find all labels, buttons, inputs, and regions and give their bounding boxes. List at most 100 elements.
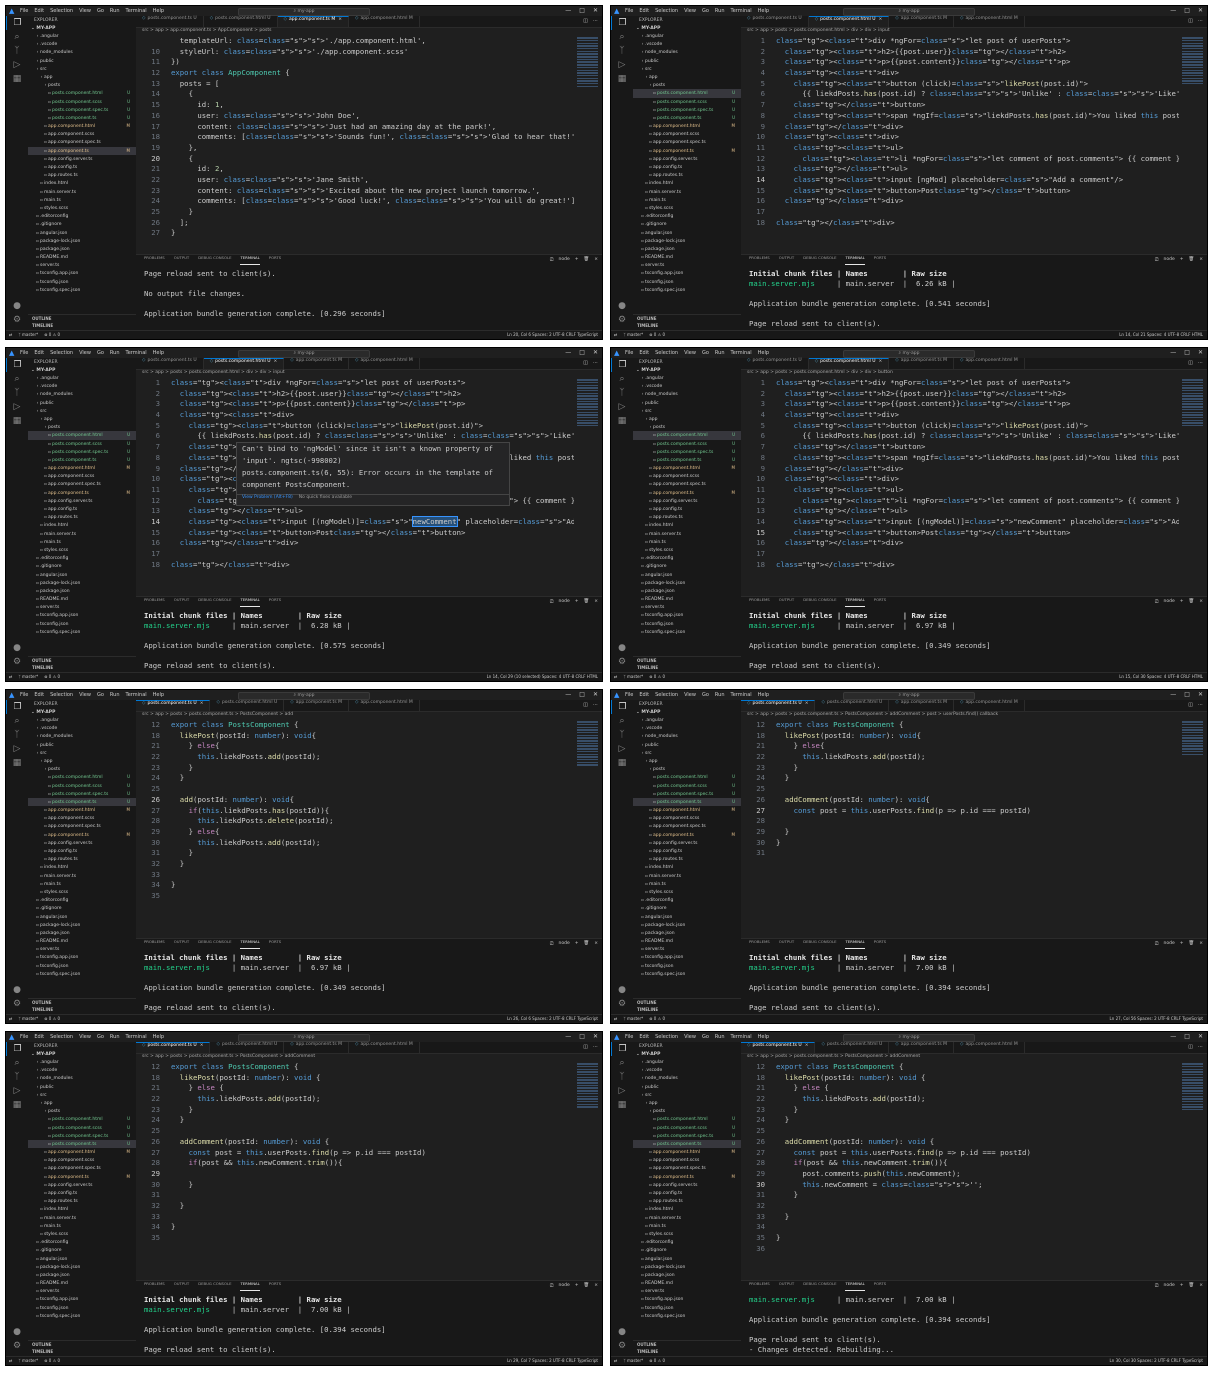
- explorer-item[interactable]: ▫tsconfig.spec.json: [28, 1312, 136, 1320]
- account-icon[interactable]: ●: [611, 1325, 633, 1339]
- explorer-item[interactable]: ▫.editorconfig: [28, 212, 136, 220]
- menu-item[interactable]: File: [625, 692, 633, 698]
- menu-item[interactable]: Go: [702, 350, 709, 356]
- explorer-root[interactable]: ⌄ MY-APP: [633, 709, 741, 716]
- search-icon[interactable]: ⌕: [611, 372, 633, 386]
- explorer-item[interactable]: › public: [28, 1083, 136, 1091]
- branch-icon[interactable]: ᛉ master*: [18, 331, 38, 339]
- code-line[interactable]: 26 addComment(postId: number): void {: [741, 1137, 1179, 1148]
- code-line[interactable]: 5 class="tg"><class="t">button (click)=c…: [741, 79, 1179, 90]
- menu-item[interactable]: Terminal: [731, 350, 752, 356]
- panel-tab[interactable]: PROBLEMS: [144, 1281, 165, 1291]
- menu-item[interactable]: Edit: [639, 350, 649, 356]
- command-center[interactable]: ⌕ my-app: [843, 1034, 975, 1042]
- panel-tab[interactable]: PORTS: [269, 939, 281, 949]
- explorer-item[interactable]: ▫app.config.server.ts: [28, 155, 136, 163]
- code-line[interactable]: 28 this.liekdPosts.delete(postId);: [136, 816, 574, 827]
- explorer-item[interactable]: › .vscode: [28, 1066, 136, 1074]
- explorer-item[interactable]: › app: [633, 757, 741, 765]
- panel-tab[interactable]: PORTS: [874, 597, 886, 607]
- search-icon[interactable]: ⌕: [611, 1056, 633, 1070]
- close-icon[interactable]: ✕: [593, 349, 598, 356]
- problems-icon[interactable]: ⊗ 0 ⚠ 0: [649, 673, 665, 681]
- explorer-item[interactable]: ▫package.json: [633, 587, 741, 595]
- close-icon[interactable]: ✕: [593, 691, 598, 698]
- terminal-profile[interactable]: node: [1163, 257, 1174, 263]
- close-panel-icon[interactable]: ×: [594, 599, 598, 605]
- terminal-profile[interactable]: node: [558, 599, 569, 605]
- menu-item[interactable]: Terminal: [731, 1034, 752, 1040]
- panel-tab[interactable]: DEBUG CONSOLE: [803, 255, 836, 265]
- menu-item[interactable]: File: [625, 8, 633, 14]
- editor-tab[interactable]: ◇ app.component.ts M: [889, 700, 954, 711]
- explorer-item[interactable]: ▫angular.json: [633, 571, 741, 579]
- gear-icon[interactable]: ⚙: [6, 1339, 28, 1353]
- explorer-item[interactable]: ▫tsconfig.json: [633, 1304, 741, 1312]
- close-icon[interactable]: ✕: [1198, 1033, 1203, 1040]
- explorer-item[interactable]: ▫.gitignore: [633, 1246, 741, 1254]
- code-line[interactable]: 22 user: class=class="s">"s">'Jane Smith…: [136, 175, 574, 186]
- code-editor[interactable]: 1 class="tg"><class="t">div *ngFor=class=…: [741, 36, 1179, 254]
- menu-item[interactable]: Help: [758, 1034, 769, 1040]
- menu-item[interactable]: Terminal: [126, 692, 147, 698]
- menu-item[interactable]: Help: [153, 350, 164, 356]
- minimize-icon[interactable]: —: [1170, 349, 1176, 356]
- menu-item[interactable]: Edit: [639, 692, 649, 698]
- menu-item[interactable]: Go: [97, 692, 104, 698]
- command-center[interactable]: ⌕ my-app: [843, 350, 975, 358]
- explorer-item[interactable]: ▫posts.component.html U: [633, 773, 741, 781]
- explorer-item[interactable]: ▫app.config.ts: [633, 163, 741, 171]
- code-line[interactable]: 18 class="tg"></class="t">div>: [741, 560, 1179, 571]
- explorer-item[interactable]: ▫styles.scss: [633, 204, 741, 212]
- editor-tab[interactable]: ◇ app.component.html M: [954, 16, 1025, 27]
- explorer-item[interactable]: ▫posts.component.scss U: [633, 782, 741, 790]
- code-line[interactable]: 24 }: [136, 1115, 574, 1126]
- code-line[interactable]: 16 class="tg"></class="t">div>: [741, 538, 1179, 549]
- editor-tab[interactable]: ◇ app.component.html M: [954, 1042, 1025, 1053]
- editor-tab[interactable]: ◇ posts.component.html U: [204, 16, 278, 27]
- editor-tab[interactable]: ◇ posts.component.html U ×: [203, 358, 285, 369]
- code-line[interactable]: 14 class="tg"><class="t">input [(ngModel…: [136, 515, 574, 528]
- panel-tab[interactable]: OUTPUT: [779, 597, 794, 607]
- editor-tab[interactable]: ◇ posts.component.html U ×: [808, 16, 890, 27]
- code-line[interactable]: 17: [741, 549, 1179, 560]
- explorer-item[interactable]: ▫posts.component.html U: [28, 89, 136, 97]
- explorer-item[interactable]: ▫app.component.html M: [633, 1148, 741, 1156]
- explorer-item[interactable]: ▫posts.component.scss U: [633, 98, 741, 106]
- code-editor[interactable]: 12 export class PostsComponent {18 likePo…: [136, 1062, 574, 1280]
- explorer-item[interactable]: ▫posts.component.scss U: [633, 1124, 741, 1132]
- explorer-item[interactable]: ▫tsconfig.spec.json: [633, 970, 741, 978]
- menu-item[interactable]: Terminal: [126, 8, 147, 14]
- more-actions-icon[interactable]: ⋯: [1198, 1044, 1203, 1050]
- code-line[interactable]: 21 } else{: [741, 741, 1179, 752]
- explorer-item[interactable]: ▫README.md: [633, 1279, 741, 1287]
- explorer-item[interactable]: ▫app.component.html M: [28, 122, 136, 130]
- explorer-item[interactable]: ▫tsconfig.json: [633, 620, 741, 628]
- menu-item[interactable]: Terminal: [126, 1034, 147, 1040]
- new-terminal-icon[interactable]: +: [1180, 941, 1184, 947]
- code-line[interactable]: 21 } else{: [136, 741, 574, 752]
- explorer-item[interactable]: ▫app.component.html M: [28, 806, 136, 814]
- minimap[interactable]: [1179, 720, 1207, 938]
- explorer-item[interactable]: ▫README.md: [28, 937, 136, 945]
- explorer-item[interactable]: › posts: [633, 423, 741, 431]
- panel-tab[interactable]: DEBUG CONSOLE: [198, 939, 231, 949]
- explorer-item[interactable]: ▫app.config.server.ts: [633, 1181, 741, 1189]
- code-line[interactable]: 13 class="tg"></class="t">ul>: [136, 506, 574, 517]
- outline-section[interactable]: OUTLINE: [633, 999, 741, 1006]
- panel-tab[interactable]: DEBUG CONSOLE: [803, 1281, 836, 1291]
- explorer-item[interactable]: ▫posts.component.html U: [633, 1115, 741, 1123]
- terminal-profile[interactable]: node: [558, 257, 569, 263]
- editor-tab[interactable]: ◇ posts.component.ts U ×: [136, 1042, 211, 1053]
- explorer-item[interactable]: ▫angular.json: [28, 229, 136, 237]
- code-line[interactable]: 18 likePost(postId: number): void {: [136, 1073, 574, 1084]
- code-line[interactable]: 14 class="tg"><class="t">input [(ngModel…: [741, 517, 1179, 528]
- code-line[interactable]: 12 class="tg"><class="t">li *ngFor=class…: [741, 496, 1179, 507]
- code-line[interactable]: 28: [741, 816, 1179, 827]
- problems-icon[interactable]: ⊗ 0 ⚠ 0: [44, 673, 60, 681]
- code-line[interactable]: 7 class="tg"></class="t">button>: [741, 442, 1179, 453]
- code-line[interactable]: 33 }: [741, 1212, 1179, 1223]
- explorer-item[interactable]: ▫index.html: [633, 863, 741, 871]
- panel-tab[interactable]: OUTPUT: [174, 1281, 189, 1291]
- menu-item[interactable]: Run: [715, 350, 725, 356]
